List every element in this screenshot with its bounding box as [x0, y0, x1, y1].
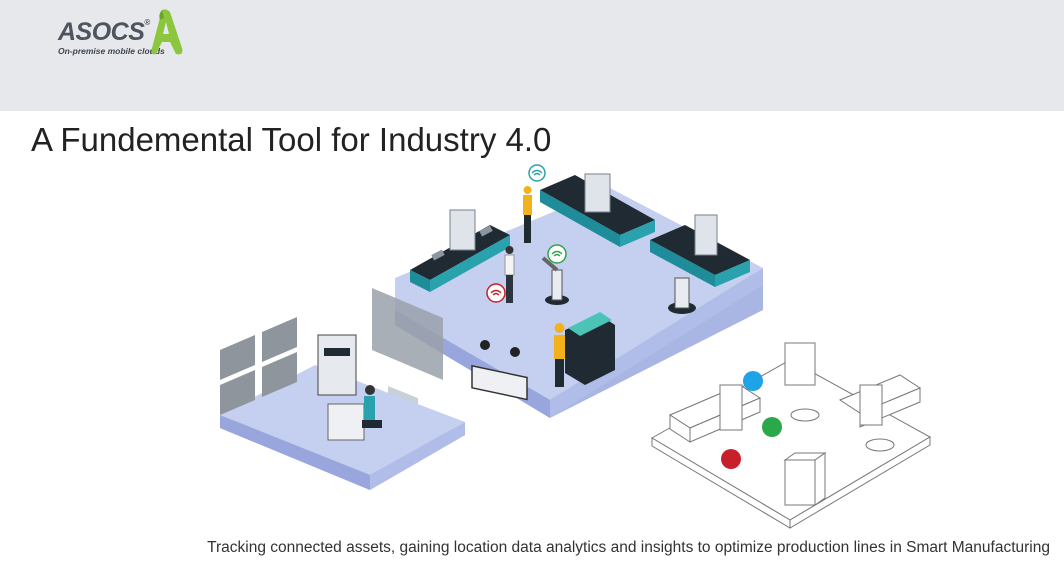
logo-a-icon [151, 9, 183, 55]
wireframe-factory [651, 342, 932, 529]
location-dot-green [762, 417, 782, 437]
header-bar: ASOCS® On-premise mobile clouds [0, 0, 1064, 111]
location-dot-red [721, 449, 741, 469]
page-title: A Fundemental Tool for Industry 4.0 [31, 121, 552, 158]
location-dot-blue [743, 371, 763, 391]
logo-wordmark: ASOCS® [58, 18, 150, 46]
factory-illustration [220, 164, 932, 529]
asocs-logo[interactable]: ASOCS® On-premise mobile clouds [56, 8, 196, 68]
caption-text: Tracking connected assets, gaining locat… [207, 539, 1050, 556]
